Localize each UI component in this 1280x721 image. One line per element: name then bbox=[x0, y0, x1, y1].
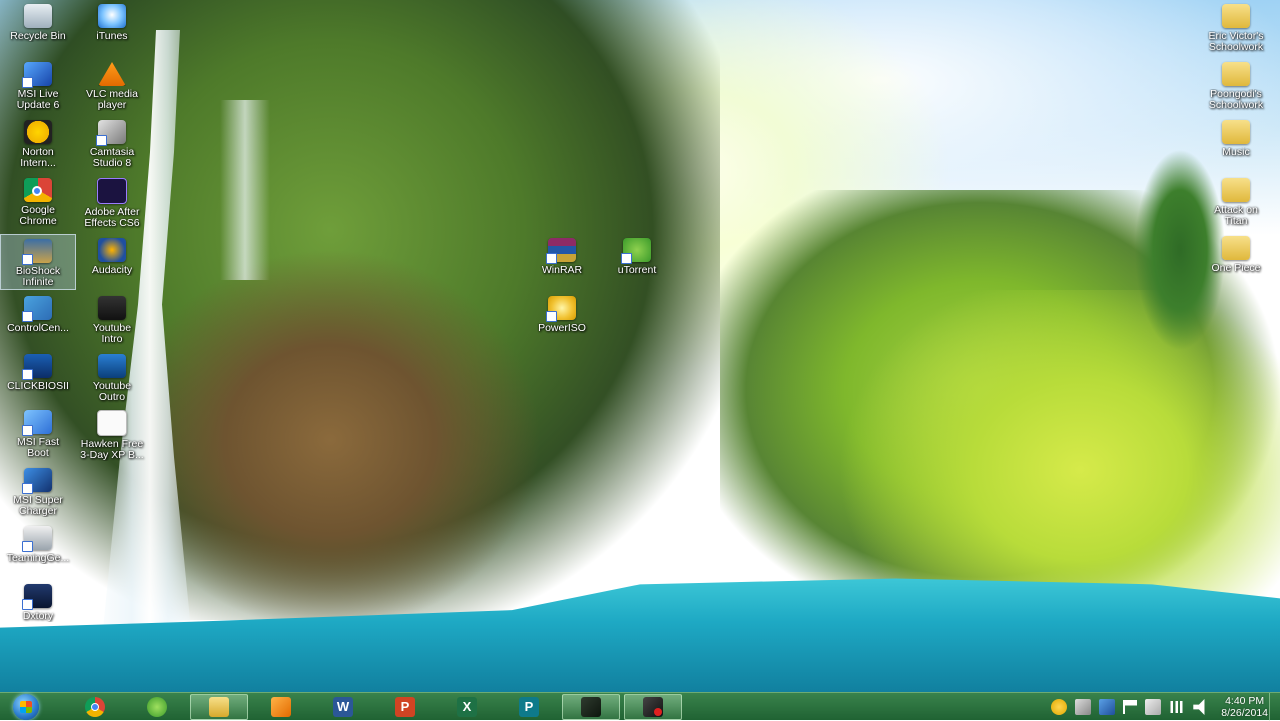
taskbar: W P X P 4:40 PM 8/26/2014 bbox=[0, 692, 1280, 721]
camtasia-icon bbox=[96, 120, 126, 146]
youtube-outro-icon bbox=[98, 354, 126, 378]
desktop-icon-audacity[interactable]: Audacity bbox=[74, 234, 150, 290]
folder-icon bbox=[1222, 120, 1250, 144]
chrome-icon bbox=[85, 696, 105, 717]
tray-app-icon[interactable] bbox=[1145, 699, 1162, 715]
folder-icon bbox=[209, 696, 229, 717]
desktop-icon-vlc[interactable]: VLC media player bbox=[74, 58, 150, 114]
utorrent-icon bbox=[147, 696, 167, 717]
taskbar-word-button[interactable]: W bbox=[314, 694, 372, 720]
desktop-folder-music[interactable]: Music bbox=[1198, 116, 1274, 172]
msi-super-charger-icon bbox=[22, 468, 52, 494]
utorrent-icon bbox=[621, 238, 651, 264]
taskbar-publisher-button[interactable]: P bbox=[500, 694, 558, 720]
desktop-icon-youtube-intro[interactable]: Youtube Intro bbox=[74, 292, 150, 348]
folder-icon bbox=[1222, 4, 1250, 28]
teaming-icon bbox=[22, 526, 52, 552]
desktop-folder-one-piece[interactable]: One Piece bbox=[1198, 232, 1274, 288]
text-file-icon bbox=[97, 410, 127, 436]
desktop-icon-msi-live-update[interactable]: MSI Live Update 6 bbox=[0, 58, 76, 114]
desktop-icon-utorrent[interactable]: uTorrent bbox=[599, 234, 675, 290]
show-desktop-button[interactable] bbox=[1269, 693, 1280, 721]
app-icon bbox=[643, 696, 663, 717]
vlc-icon bbox=[98, 62, 126, 86]
desktop-icon-control-center[interactable]: ControlCen... bbox=[0, 292, 76, 348]
desktop-icon-winrar[interactable]: WinRAR bbox=[524, 234, 600, 290]
taskbar-excel-button[interactable]: X bbox=[438, 694, 496, 720]
taskbar-utorrent-button[interactable] bbox=[128, 694, 186, 720]
media-player-icon bbox=[271, 696, 291, 717]
chrome-icon bbox=[24, 178, 52, 202]
norton-icon bbox=[24, 120, 52, 144]
network-icon[interactable] bbox=[1169, 701, 1186, 713]
after-effects-icon bbox=[97, 178, 127, 204]
tray-app-icon[interactable] bbox=[1051, 699, 1068, 715]
volume-icon[interactable] bbox=[1193, 699, 1205, 715]
excel-icon: X bbox=[457, 696, 477, 717]
desktop-icon-msi-fast-boot[interactable]: MSI Fast Boot bbox=[0, 406, 76, 462]
desktop-icon-recycle-bin[interactable]: Recycle Bin bbox=[0, 0, 76, 56]
folder-icon bbox=[1222, 178, 1250, 202]
taskbar-clock[interactable]: 4:40 PM 8/26/2014 bbox=[1221, 695, 1268, 719]
tray-app-icon[interactable] bbox=[1099, 699, 1116, 715]
desktop-icon-clickbios[interactable]: CLICKBIOSII bbox=[0, 350, 76, 406]
msi-live-update-icon bbox=[22, 62, 52, 88]
action-center-flag-icon[interactable] bbox=[1123, 700, 1138, 714]
system-tray: 4:40 PM 8/26/2014 bbox=[1047, 693, 1268, 721]
powerpoint-icon: P bbox=[395, 696, 415, 717]
clickbios-icon bbox=[22, 354, 52, 380]
word-icon: W bbox=[333, 696, 353, 717]
desktop-icon-norton[interactable]: Norton Intern... bbox=[0, 116, 76, 172]
app-icon bbox=[581, 696, 601, 717]
winrar-icon bbox=[546, 238, 576, 264]
taskbar-media-player-button[interactable] bbox=[252, 694, 310, 720]
desktop-icon-teaming[interactable]: TeamingGe... bbox=[0, 522, 76, 578]
start-button[interactable] bbox=[10, 693, 42, 721]
desktop-icon-google-chrome[interactable]: Google Chrome bbox=[0, 174, 76, 230]
tray-app-icon[interactable] bbox=[1075, 699, 1092, 715]
taskbar-app-1-button[interactable] bbox=[562, 693, 620, 720]
publisher-icon: P bbox=[519, 696, 539, 717]
desktop-icon-hawken-file[interactable]: Hawken Free 3-Day XP B... bbox=[74, 406, 150, 462]
desktop-icon-youtube-outro[interactable]: Youtube Outro bbox=[74, 350, 150, 406]
desktop-icon-msi-super-charger[interactable]: MSI Super Charger bbox=[0, 464, 76, 520]
desktop-folder-attack-on-titan[interactable]: Attack on Titan bbox=[1198, 174, 1274, 230]
youtube-intro-icon bbox=[98, 296, 126, 320]
bioshock-icon bbox=[22, 239, 52, 265]
desktop-wallpaper: Recycle Bin MSI Live Update 6 Norton Int… bbox=[0, 0, 1280, 692]
desktop-icon-after-effects[interactable]: Adobe After Effects CS6 bbox=[74, 174, 150, 230]
desktop-folder-eric-schoolwork[interactable]: Eric Victor's Schoolwork bbox=[1198, 0, 1274, 56]
wallpaper-small-waterfall bbox=[220, 100, 270, 280]
clock-date: 8/26/2014 bbox=[1221, 707, 1268, 719]
dxtory-icon bbox=[22, 584, 52, 610]
audacity-icon bbox=[98, 238, 126, 262]
desktop-icon-dxtory[interactable]: Dxtory bbox=[0, 580, 76, 636]
control-center-icon bbox=[22, 296, 52, 322]
itunes-icon bbox=[98, 4, 126, 28]
taskbar-app-2-button[interactable] bbox=[624, 693, 682, 720]
desktop-icon-itunes[interactable]: iTunes bbox=[74, 0, 150, 56]
msi-fast-boot-icon bbox=[22, 410, 52, 436]
start-orb-icon bbox=[13, 693, 39, 720]
poweriso-icon bbox=[546, 296, 576, 322]
desktop-folder-poongodi-schoolwork[interactable]: Poongodi's Schoolwork bbox=[1198, 58, 1274, 114]
folder-icon bbox=[1222, 236, 1250, 260]
desktop-icon-poweriso[interactable]: PowerISO bbox=[524, 292, 600, 348]
taskbar-explorer-button[interactable] bbox=[190, 693, 248, 720]
desktop-icon-bioshock-infinite[interactable]: BioShock Infinite bbox=[0, 234, 76, 290]
folder-icon bbox=[1222, 62, 1250, 86]
recycle-bin-icon bbox=[24, 4, 52, 28]
clock-time: 4:40 PM bbox=[1225, 695, 1265, 707]
taskbar-chrome-button[interactable] bbox=[66, 694, 124, 720]
desktop-icon-camtasia[interactable]: Camtasia Studio 8 bbox=[74, 116, 150, 172]
taskbar-powerpoint-button[interactable]: P bbox=[376, 694, 434, 720]
